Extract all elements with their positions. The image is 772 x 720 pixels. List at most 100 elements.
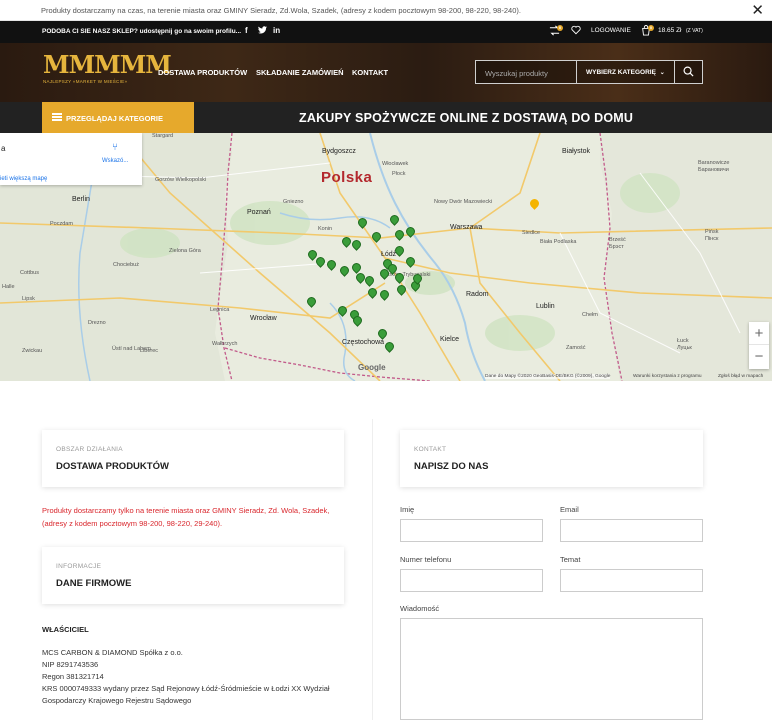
browse-categories-label: PRZEGLĄDAJ KATEGORIE xyxy=(66,114,163,123)
subject-field[interactable] xyxy=(560,569,703,592)
map-city-label: Lipsk xyxy=(22,296,35,302)
map-city-label: Wałbrzych xyxy=(212,341,238,347)
map-terms-link[interactable]: Warunki korzystania z programu xyxy=(633,374,702,379)
map-zoom-controls: + − xyxy=(749,322,769,369)
map-city-label: Kielce xyxy=(440,336,460,343)
close-icon[interactable]: ✕ xyxy=(751,1,764,19)
map-city-label: Łuck xyxy=(677,338,689,344)
nav-item-ordering[interactable]: SKŁADANIE ZAMÓWIEŃ xyxy=(256,68,344,77)
map-city-label: Барановичи xyxy=(698,167,729,173)
map-infobox: a ⑂ Wskazó... ieti większą mapę xyxy=(0,133,142,185)
company-details: MCS CARBON & DIAMOND Spółka z o.o. NIP 8… xyxy=(42,647,330,707)
contact-card: KONTAKT NAPISZ DO NAS xyxy=(400,430,703,487)
area-card: OBSZAR DZIAŁANIA DOSTAWA PRODUKTÓW xyxy=(42,430,344,487)
area-card-title: DOSTAWA PRODUKTÓW xyxy=(56,461,169,472)
map-report-link[interactable]: Zgłoś błąd w mapach xyxy=(718,374,763,379)
browse-categories-button[interactable]: PRZEGLĄDAJ KATEGORIE xyxy=(42,102,194,133)
chevron-down-icon: ⌄ xyxy=(659,70,665,76)
content-area: OBSZAR DZIAŁANIA DOSTAWA PRODUKTÓW Produ… xyxy=(0,381,772,720)
company-krs-line1: KRS 0000749333 wydany przez Sąd Rejonowy… xyxy=(42,684,330,693)
facebook-icon[interactable]: f xyxy=(245,26,248,35)
map-city-label: Bydgoszcz xyxy=(322,148,356,155)
map-city-label: Drezno xyxy=(88,320,106,326)
google-logo: Google xyxy=(358,363,386,372)
top-bar: PODOBA CI SIE NASZ SKLEP? udostępnij go … xyxy=(0,21,772,43)
map-city-label: Siedlce xyxy=(522,230,541,236)
email-field[interactable] xyxy=(560,519,703,542)
notice-bar: Produkty dostarczamy na czas, na terenie… xyxy=(0,0,772,21)
map-city-label: Луцьк xyxy=(677,345,692,351)
compare-count-badge: 0 xyxy=(557,25,563,31)
name-label: Imię xyxy=(400,505,415,514)
company-nip: NIP 8291743536 xyxy=(42,660,99,669)
linkedin-icon[interactable]: in xyxy=(273,26,280,35)
column-divider xyxy=(372,419,373,720)
search-button[interactable] xyxy=(674,61,702,83)
delivery-note: Produkty dostarczamy tylko na terenie mi… xyxy=(42,504,329,530)
map-city-label: Chociebuż xyxy=(113,262,139,268)
search-input[interactable]: Wyszukaj produkty xyxy=(485,69,548,78)
map-city-label: Пінск xyxy=(705,236,719,242)
nav-item-contact[interactable]: KONTAKT xyxy=(352,68,388,77)
company-regon: Regon 381321714 xyxy=(42,672,104,681)
larger-map-link[interactable]: ieti większą mapę xyxy=(0,176,47,182)
map-city-label: Radom xyxy=(466,291,489,298)
zoom-in-button[interactable]: + xyxy=(749,322,769,345)
nav-item-delivery[interactable]: DOSTAWA PRODUKTÓW xyxy=(158,68,247,77)
area-card-small: OBSZAR DZIAŁANIA xyxy=(56,446,123,453)
map-city-label: Konin xyxy=(318,226,333,232)
directions-icon[interactable]: ⑂ xyxy=(112,142,118,153)
map-city-label: Włocławek xyxy=(382,161,409,167)
cart-count-badge: 0 xyxy=(648,25,654,31)
google-map[interactable]: a ⑂ Wskazó... ieti większą mapę Polska S… xyxy=(0,133,772,381)
map-city-label: Ústí nad Labem xyxy=(112,346,151,352)
cart-total[interactable]: 18.65 Zł xyxy=(658,27,682,34)
company-krs-line2: Gospodarczy Krajowego Rejestru Sądowego xyxy=(42,696,192,705)
map-city-label: Брэст xyxy=(609,244,624,250)
map-city-label: Brześć xyxy=(609,237,626,243)
category-bar: PRZEGLĄDAJ KATEGORIE ZAKUPY SPOŻYWCZE ON… xyxy=(0,102,772,133)
logo-text: MMMMM xyxy=(43,50,172,79)
map-city-label: Lublin xyxy=(536,303,555,310)
logo-tagline: NAJLEPSZY «MARKET W MIEŚCIE» xyxy=(43,79,128,84)
map-city-label: Poznań xyxy=(247,209,271,216)
directions-link[interactable]: Wskazó... xyxy=(102,158,128,164)
wishlist-heart-icon[interactable] xyxy=(571,25,581,37)
subject-label: Temat xyxy=(560,555,581,564)
login-link[interactable]: LOGOWANIE xyxy=(591,27,631,34)
map-city-label: Częstochowa xyxy=(342,339,385,346)
company-name: MCS CARBON & DIAMOND Spółka z o.o. xyxy=(42,648,183,657)
map-city-label: Halle xyxy=(2,284,15,290)
map-city-label: Łódź xyxy=(381,251,397,258)
map-city-label: Gniezno xyxy=(283,199,304,205)
page-headline: ZAKUPY SPOŻYWCZE ONLINE Z DOSTAWĄ DO DOM… xyxy=(299,111,634,125)
map-city-label: Baranowicze xyxy=(698,160,730,166)
map-city-label: Warszawa xyxy=(450,224,483,231)
site-logo[interactable]: MMMMM NAJLEPSZY «MARKET W MIEŚCIE» xyxy=(43,50,172,88)
category-select[interactable]: WYBIERZ KATEGORIĘ ⌄ xyxy=(576,61,675,83)
map-city-label: Pińsk xyxy=(705,229,719,235)
map-city-label: Poczdam xyxy=(50,221,73,227)
twitter-icon[interactable] xyxy=(258,26,267,36)
delivery-note-line1: Produkty dostarczamy tylko na terenie mi… xyxy=(42,506,330,515)
site-header: MMMMM NAJLEPSZY «MARKET W MIEŚCIE» DOSTA… xyxy=(0,43,772,102)
map-city-label: Nowy Dwór Mazowiecki xyxy=(434,199,493,205)
map-city-label: Berlin xyxy=(72,196,90,203)
phone-field[interactable] xyxy=(400,569,543,592)
category-select-label: WYBIERZ KATEGORIĘ xyxy=(586,69,656,76)
map-city-label: Gorzów Wielkopolski xyxy=(155,177,207,183)
map-city-label: Stargard xyxy=(152,133,174,139)
map-city-label: Cottbus xyxy=(20,270,39,276)
phone-label: Numer telefonu xyxy=(400,555,452,564)
name-field[interactable] xyxy=(400,519,543,542)
map-city-label: Legnica xyxy=(210,307,230,313)
map-city-label: Chełm xyxy=(582,312,598,318)
country-label: Polska xyxy=(321,169,373,186)
contact-card-title: NAPISZ DO NAS xyxy=(414,461,489,472)
search-icon xyxy=(683,66,694,77)
zoom-out-button[interactable]: − xyxy=(749,345,769,368)
message-field[interactable] xyxy=(400,618,703,720)
map-city-label: Biała Podlaska xyxy=(540,239,577,245)
delivery-note-line2: (adresy z kodem pocztowym 98-200, 98-220… xyxy=(42,519,223,528)
owner-label: WŁAŚCICIEL xyxy=(42,625,89,634)
